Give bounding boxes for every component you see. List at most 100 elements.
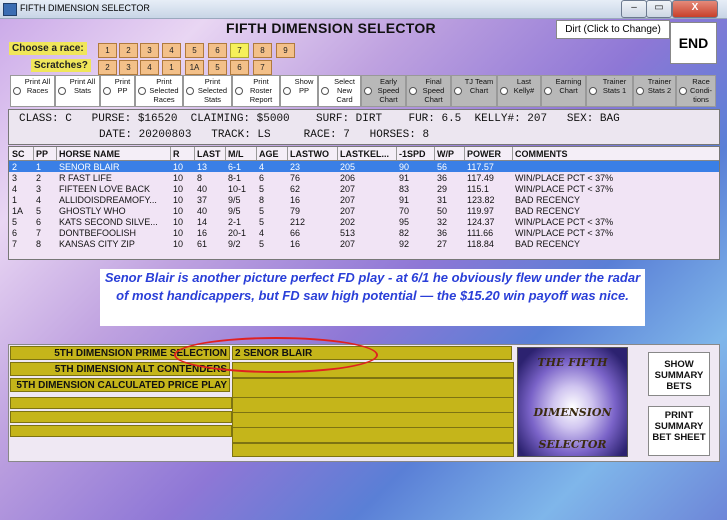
table-row[interactable]: 1A 5 GHOSTLY WHO 10 40 9/5 5 79 207 70 50 119.97 BAD… xyxy=(9,205,719,216)
col-header-lastkel-[interactable]: LASTKEL... xyxy=(340,149,389,159)
col-header-last[interactable]: LAST xyxy=(197,149,221,159)
radio-icon[interactable] xyxy=(58,87,66,95)
col-header-horse-name[interactable]: HORSE NAME xyxy=(59,149,120,159)
scratch-button-1[interactable]: 1 xyxy=(162,60,181,75)
cell-lastwo: 212 xyxy=(290,217,306,227)
cell-sc: 5 xyxy=(12,217,18,227)
col-header-m-l[interactable]: M/L xyxy=(228,149,244,159)
radio-icon[interactable] xyxy=(544,87,552,95)
radio-icon[interactable] xyxy=(636,87,644,95)
option-trainer-stats-1[interactable]: Trainer Stats 1 xyxy=(586,75,633,107)
surface-toggle-button[interactable]: Dirt (Click to Change) xyxy=(556,20,670,39)
col-header-w-p[interactable]: W/P xyxy=(437,149,454,159)
table-row[interactable]: 3 2 R FAST LIFE 10 8 8-1 6 76 206 91 36 117.49 WIN/P… xyxy=(9,172,719,183)
table-row[interactable]: 5 6 KATS SECOND SILVE... 10 14 2-1 5 212 202 95 32… xyxy=(9,216,719,227)
minimize-button[interactable]: – xyxy=(621,0,647,18)
scratches-label: Scratches? xyxy=(31,59,91,72)
radio-icon[interactable] xyxy=(679,87,687,95)
race-button-9[interactable]: 9 xyxy=(276,43,295,58)
table-header: SC PP HORSE NAME R LAST M/L AGE LASTWO LASTKEL..… xyxy=(9,147,719,161)
radio-icon[interactable] xyxy=(500,87,508,95)
race-button-4[interactable]: 4 xyxy=(162,43,181,58)
col-header--1spd[interactable]: -1SPD xyxy=(399,149,426,159)
column-divider xyxy=(396,147,397,160)
cell-comments: WIN/PLACE PCT < 37% xyxy=(515,217,614,227)
table-row[interactable]: 2 1 SENOR BLAIR 10 13 6-1 4 23 205 90 56 117.57 xyxy=(9,161,719,172)
table-row[interactable]: 6 7 DONTBEFOOLISH 10 16 20-1 4 66 513 82 36 111.66 W… xyxy=(9,227,719,238)
race-button-8[interactable]: 8 xyxy=(253,43,272,58)
option-trainer-stats-2[interactable]: Trainer Stats 2 xyxy=(633,75,676,107)
cell-w-p: 32 xyxy=(437,217,448,227)
col-header-age[interactable]: AGE xyxy=(259,149,279,159)
column-divider xyxy=(33,147,34,160)
maximize-button[interactable]: ▭ xyxy=(646,0,672,18)
scratch-button-4[interactable]: 4 xyxy=(140,60,159,75)
cell-sc: 6 xyxy=(12,228,18,238)
cell-lastwo: 66 xyxy=(290,228,301,238)
scratch-button-3[interactable]: 3 xyxy=(119,60,138,75)
option-print-all-stats[interactable]: Print All Stats xyxy=(55,75,100,107)
app-icon xyxy=(3,3,17,16)
race-button-2[interactable]: 2 xyxy=(119,43,138,58)
option-label: Trainer Stats 2 xyxy=(647,77,672,95)
radio-icon[interactable] xyxy=(138,87,146,95)
cell-lastwo: 16 xyxy=(290,239,301,249)
scratch-button-7[interactable]: 7 xyxy=(253,60,272,75)
close-button[interactable]: X xyxy=(672,0,718,18)
col-header-r[interactable]: R xyxy=(173,149,180,159)
race-button-1[interactable]: 1 xyxy=(98,43,117,58)
race-button-5[interactable]: 5 xyxy=(185,43,204,58)
radio-icon[interactable] xyxy=(103,87,111,95)
cell--1spd: 83 xyxy=(399,184,410,194)
race-button-3[interactable]: 3 xyxy=(140,43,159,58)
option-last-kelly-[interactable]: Last Kelly# xyxy=(497,75,541,107)
radio-icon[interactable] xyxy=(283,87,291,95)
scratch-button-2[interactable]: 2 xyxy=(98,60,117,75)
option-final-speed-chart[interactable]: Final Speed Chart xyxy=(406,75,451,107)
column-divider xyxy=(170,147,171,160)
cell-power: 115.1 xyxy=(467,184,489,194)
cell-lastkel-: 202 xyxy=(340,217,356,227)
cell-pp: 3 xyxy=(36,184,42,194)
col-header-pp[interactable]: PP xyxy=(36,149,48,159)
table-row[interactable]: 4 3 FIFTEEN LOVE BACK 10 40 10-1 5 62 207 83 29 115… xyxy=(9,183,719,194)
scratch-button-5[interactable]: 5 xyxy=(208,60,227,75)
col-header-lastwo[interactable]: LASTWO xyxy=(290,149,329,159)
option-tj-team-chart[interactable]: TJ Team Chart xyxy=(451,75,497,107)
table-row[interactable]: 1 4 ALLIDOISDREAMOFY... 10 37 9/5 8 16 207 91 31 12… xyxy=(9,194,719,205)
print-summary-bet-sheet-button[interactable]: PRINT SUMMARY BET SHEET xyxy=(648,406,710,456)
col-header-power[interactable]: POWER xyxy=(467,149,501,159)
radio-icon[interactable] xyxy=(235,87,243,95)
radio-icon[interactable] xyxy=(364,87,372,95)
option-print-roster-report[interactable]: Print Roster Report xyxy=(232,75,280,107)
col-header-comments[interactable]: COMMENTS xyxy=(515,149,568,159)
radio-icon[interactable] xyxy=(186,87,194,95)
cell-horse-name: R FAST LIFE xyxy=(59,173,112,183)
show-summary-bets-button[interactable]: SHOW SUMMARY BETS xyxy=(648,352,710,396)
option-early-speed-chart[interactable]: Early Speed Chart xyxy=(361,75,406,107)
option-earning-chart[interactable]: Earning Chart xyxy=(541,75,586,107)
radio-icon[interactable] xyxy=(409,87,417,95)
radio-icon[interactable] xyxy=(589,87,597,95)
radio-icon[interactable] xyxy=(13,87,21,95)
cell-sc: 1A xyxy=(12,206,24,216)
option-print-selected-races[interactable]: Print Selected Races xyxy=(135,75,183,107)
option-print-pp[interactable]: Print PP xyxy=(100,75,135,107)
radio-icon[interactable] xyxy=(454,87,462,95)
col-header-sc[interactable]: SC xyxy=(12,149,25,159)
cell-w-p: 36 xyxy=(437,173,448,183)
end-button[interactable]: END xyxy=(670,22,717,64)
race-button-6[interactable]: 6 xyxy=(208,43,227,58)
scratch-button-1A[interactable]: 1A xyxy=(185,60,204,75)
scratch-button-6[interactable]: 6 xyxy=(230,60,249,75)
table-row[interactable]: 7 8 KANSAS CITY ZIP 10 61 9/2 5 16 207 92 27 118.84… xyxy=(9,238,719,249)
option-print-all-races[interactable]: Print All Races xyxy=(10,75,55,107)
option-select-new-card[interactable]: Select New Card xyxy=(318,75,361,107)
option-print-selected-stats[interactable]: Print Selected Stats xyxy=(183,75,232,107)
cell--1spd: 91 xyxy=(399,195,410,205)
race-button-7[interactable]: 7 xyxy=(230,43,249,58)
logo-line-1: THE FIFTH xyxy=(537,356,608,369)
option-race-condi-tions[interactable]: Race Condi- tions xyxy=(676,75,716,107)
option-show-pp[interactable]: Show PP xyxy=(280,75,318,107)
radio-icon[interactable] xyxy=(321,87,329,95)
